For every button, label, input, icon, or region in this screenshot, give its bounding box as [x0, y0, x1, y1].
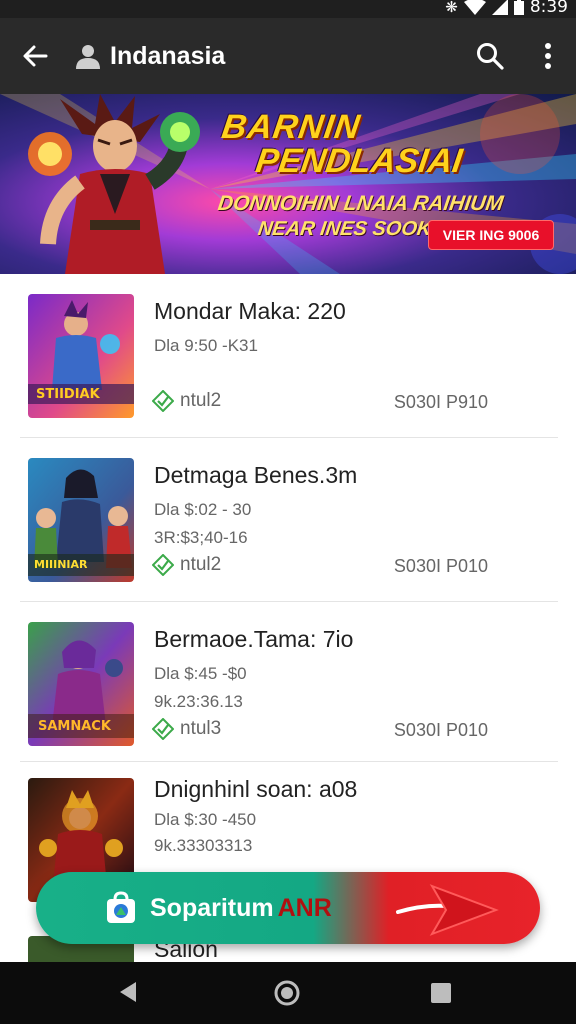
item-badge-label: ntul3: [180, 718, 222, 739]
item-title: Detmaga Benes.3m: [154, 462, 358, 488]
svg-text:MIIINIAR: MIIINIAR: [34, 558, 88, 571]
game-list: STIIDIAK Mondar Maka: 220 Dla 9:50 -K31 …: [0, 274, 576, 932]
list-item[interactable]: MIIINIAR Detmaga Benes.3m Dla $:02 - 30 …: [20, 438, 558, 602]
profile-icon: [70, 18, 106, 94]
item-title: Bermaoe.Tama: 7io: [154, 626, 354, 652]
game-thumbnail: MIIINIAR: [28, 458, 134, 582]
app-bar: Indanasia: [0, 18, 576, 94]
item-detail-2: 3R:$3;40-16: [154, 528, 248, 547]
item-badge: ntul3: [152, 718, 221, 740]
signal-icon: [491, 0, 508, 15]
hero-character-illustration: [28, 94, 200, 274]
banner-subtitle-line2: NEAR INES SOOK!: [256, 218, 440, 240]
item-badge-label: ntul2: [180, 554, 222, 575]
item-detail-1: Dla 9:50 -K31: [154, 336, 258, 355]
list-item[interactable]: STIIDIAK Mondar Maka: 220 Dla 9:50 -K31 …: [20, 274, 558, 438]
notification-icon: ❋: [445, 0, 458, 16]
list-item[interactable]: SAMNACK Bermaoe.Tama: 7io Dla $:45 -$0 9…: [20, 602, 558, 762]
more-vert-icon: [545, 43, 551, 69]
system-nav-bar: [0, 962, 576, 1024]
status-time: 8:39: [529, 0, 568, 17]
nav-recents-icon[interactable]: [430, 982, 452, 1004]
item-detail-1: Dla $:45 -$0: [154, 664, 247, 683]
item-badge: ntul2: [152, 554, 221, 576]
item-detail-2: 9k.33303313: [154, 836, 253, 855]
banner-subtitle-line1: DONNOIHIN LNAIA RAIHIUM: [216, 192, 505, 215]
item-price: S030I P010: [393, 720, 488, 740]
arrow-left-icon: [23, 45, 48, 67]
status-icons: ❋ 8:39: [445, 0, 568, 17]
item-detail-2: 9k.23:36.13: [154, 692, 243, 711]
item-detail-1: Dla $:30 -450: [154, 810, 257, 829]
nav-home-icon[interactable]: [274, 980, 300, 1006]
fab-label: Soparitum: [150, 893, 274, 922]
page-title: Indanasia: [110, 41, 226, 70]
item-badge: ntul2: [152, 390, 221, 412]
item-detail-1: Dla $:02 - 30: [154, 500, 252, 519]
item-badge-label: ntul2: [180, 390, 222, 411]
game-thumbnail: STIIDIAK: [28, 294, 134, 418]
svg-text:SAMNACK: SAMNACK: [38, 719, 112, 734]
store-bag-icon: [107, 891, 135, 923]
fab-label-suffix: ANR: [277, 893, 332, 922]
nav-back-icon[interactable]: [116, 980, 140, 1004]
battery-icon: [513, 0, 524, 15]
floating-action-button[interactable]: Soparitum ANR: [36, 872, 540, 944]
verified-check-icon: [152, 718, 174, 740]
svg-text:STIIDIAK: STIIDIAK: [36, 387, 101, 402]
search-button[interactable]: [460, 18, 520, 94]
search-icon: [477, 43, 504, 70]
item-title: Mondar Maka: 220: [154, 298, 346, 324]
more-options-button[interactable]: [520, 18, 576, 94]
banner-title-line2: PENDLASIAI: [253, 142, 465, 180]
verified-check-icon: [152, 554, 174, 576]
verified-check-icon: [152, 390, 174, 412]
game-thumbnail: SAMNACK: [28, 622, 134, 746]
promo-banner[interactable]: BARNIN PENDLASIAI DONNOIHIN LNAIA RAIHIU…: [0, 94, 576, 274]
back-button[interactable]: [0, 18, 70, 94]
banner-cta-button[interactable]: VIER ING 9006: [428, 220, 554, 250]
item-price: S030I P010: [393, 556, 488, 576]
item-price: S030I P910: [393, 392, 488, 412]
wifi-icon: [463, 0, 486, 15]
arrow-right-icon: [396, 884, 499, 936]
status-bar: ❋ 8:39: [0, 0, 576, 18]
item-title: Dnignhinl soan: a08: [154, 776, 358, 802]
